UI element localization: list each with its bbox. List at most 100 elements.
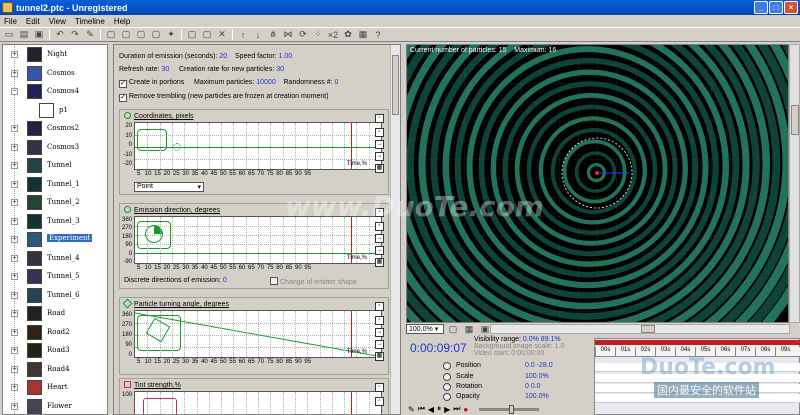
move-down-icon[interactable]: ↓ bbox=[251, 29, 265, 41]
expander-icon[interactable]: + bbox=[11, 347, 18, 354]
rewind-icon[interactable]: ⏮ bbox=[418, 404, 425, 414]
panel-arrow-button[interactable]: → bbox=[375, 246, 384, 255]
panel-arrow-button[interactable]: → bbox=[375, 328, 384, 337]
panel-option-button[interactable]: ▫ bbox=[375, 316, 384, 325]
panel-grid-button[interactable]: ▦ bbox=[375, 352, 384, 361]
tool-icon[interactable]: ✎ bbox=[408, 405, 415, 414]
expander-icon[interactable]: + bbox=[11, 365, 18, 373]
maximize-button[interactable]: □ bbox=[769, 1, 783, 14]
menu-edit[interactable]: Edit bbox=[26, 17, 40, 26]
expander-icon[interactable]: + bbox=[11, 125, 18, 132]
random-icon[interactable]: ⁘ bbox=[311, 29, 325, 41]
expander-icon[interactable]: + bbox=[11, 273, 18, 280]
emission-graph[interactable]: Time,% bbox=[134, 216, 382, 264]
zoom-fit-icon[interactable]: ▢ bbox=[446, 323, 460, 335]
tree-item[interactable]: + Experiment bbox=[3, 231, 107, 248]
tint-graph[interactable] bbox=[134, 391, 382, 414]
export-icon[interactable]: ▢ bbox=[200, 29, 214, 41]
rotate-icon[interactable]: ⟳ bbox=[296, 29, 310, 41]
expander-icon[interactable]: + bbox=[11, 254, 18, 262]
turning-graph[interactable]: Time,% bbox=[134, 310, 382, 358]
tint-title[interactable]: Tint strength,% bbox=[134, 382, 181, 389]
expander-icon[interactable]: + bbox=[11, 310, 18, 317]
visibility-value[interactable]: 0.0% 89.1% bbox=[523, 336, 561, 343]
move-up-icon[interactable]: ↑ bbox=[236, 29, 250, 41]
link-icon[interactable]: ⋈ bbox=[281, 29, 295, 41]
expander-icon[interactable]: + bbox=[11, 402, 18, 410]
expander-icon[interactable]: + bbox=[11, 51, 18, 58]
expander-icon[interactable]: + bbox=[11, 143, 18, 151]
pause-icon[interactable]: ⏸ bbox=[437, 404, 441, 414]
tree-item[interactable]: + Tunnel_1 bbox=[3, 176, 107, 193]
menu-file[interactable]: File bbox=[4, 17, 17, 26]
portions-checkbox[interactable]: ✓ bbox=[119, 80, 127, 88]
tree-item[interactable]: + Tunnel_5 bbox=[3, 268, 107, 285]
turning-title[interactable]: Particle turning angle, degrees bbox=[134, 301, 229, 308]
coordinates-title[interactable]: Coordinates, pixels bbox=[134, 113, 194, 120]
tree-item[interactable]: + Tunnel_3 bbox=[3, 213, 107, 230]
refresh-value[interactable]: 30 bbox=[161, 66, 169, 73]
menu-help[interactable]: Help bbox=[114, 17, 130, 26]
save-icon[interactable]: ▣ bbox=[32, 29, 46, 41]
speed-slider[interactable] bbox=[479, 404, 540, 414]
expander-icon[interactable]: + bbox=[11, 384, 18, 391]
tree-item[interactable]: + Night bbox=[3, 46, 107, 63]
speed-value[interactable]: 1.00 bbox=[279, 53, 293, 60]
scale-row[interactable]: Scale 100.0% bbox=[410, 373, 594, 382]
preview-icon[interactable]: ▢ bbox=[185, 29, 199, 41]
menu-timeline[interactable]: Timeline bbox=[75, 17, 105, 26]
panel-maximize-button[interactable]: ▫ bbox=[375, 302, 384, 311]
graph-toggle-icon[interactable] bbox=[124, 112, 131, 119]
expander-icon[interactable]: + bbox=[11, 217, 18, 225]
visibility-range-bar[interactable] bbox=[595, 340, 800, 345]
graph-toggle-icon[interactable] bbox=[122, 298, 133, 309]
tree-icon[interactable]: ⋔ bbox=[266, 29, 280, 41]
tree-item[interactable]: + Tunnel bbox=[3, 157, 107, 174]
panel-arrow-button[interactable]: → bbox=[375, 340, 384, 349]
tree-item[interactable]: + Cosmos bbox=[3, 65, 107, 82]
forward-icon[interactable]: ⏭ bbox=[453, 404, 460, 414]
record-icon[interactable]: ● bbox=[463, 405, 468, 414]
cut-icon[interactable]: ▢ bbox=[104, 29, 118, 41]
trembling-checkbox[interactable]: ✓ bbox=[119, 94, 127, 102]
rotation-row[interactable]: Rotation 0 0.0 bbox=[410, 383, 594, 392]
panel-arrow-button[interactable]: → bbox=[375, 234, 384, 243]
expander-icon[interactable]: + bbox=[11, 236, 18, 243]
panel-option-button[interactable]: ▫ bbox=[375, 128, 384, 137]
library-icon[interactable]: ▢ bbox=[149, 29, 163, 41]
paste-icon[interactable]: ▢ bbox=[134, 29, 148, 41]
tree-item[interactable]: + Road bbox=[3, 305, 107, 322]
prev-frame-icon[interactable]: ◀ bbox=[428, 405, 434, 414]
tree-item[interactable]: + Cosmos2 bbox=[3, 120, 107, 137]
position-row[interactable]: Position 0.0 -28.0 bbox=[410, 362, 594, 371]
properties-scrollbar[interactable] bbox=[390, 45, 400, 414]
duration-value[interactable]: 20 bbox=[219, 53, 227, 60]
tree-item[interactable]: + Tunnel_4 bbox=[3, 250, 107, 267]
discrete-value[interactable]: 0 bbox=[223, 277, 227, 284]
panel-grid-button[interactable]: ▦ bbox=[375, 164, 384, 173]
emission-title[interactable]: Emission direction, degrees bbox=[134, 207, 220, 214]
delete-icon[interactable]: ✕ bbox=[215, 29, 229, 41]
tree-item[interactable]: + Road2 bbox=[3, 324, 107, 341]
menu-view[interactable]: View bbox=[49, 17, 66, 26]
panel-maximize-button[interactable]: ▫ bbox=[375, 383, 384, 392]
expander-icon[interactable]: + bbox=[11, 162, 18, 169]
max-particles-value[interactable]: 10000 bbox=[256, 79, 275, 86]
viewport-horizontal-scrollbar[interactable] bbox=[490, 324, 790, 334]
expander-icon[interactable]: + bbox=[11, 291, 18, 299]
tree-item[interactable]: + Heart bbox=[3, 379, 107, 396]
point-dropdown[interactable]: Point ▾ bbox=[134, 182, 204, 192]
background-icon[interactable]: ▦ bbox=[356, 29, 370, 41]
graph-toggle-icon[interactable] bbox=[124, 206, 131, 213]
tree-item[interactable]: p1 bbox=[3, 102, 107, 119]
copy-icon[interactable]: ▢ bbox=[119, 29, 133, 41]
expander-icon[interactable]: + bbox=[11, 180, 18, 188]
settings-icon[interactable]: ✿ bbox=[341, 29, 355, 41]
tree-item[interactable]: + Cosmos3 bbox=[3, 139, 107, 156]
zoom-select[interactable]: 100.0% ▾ bbox=[406, 324, 444, 334]
expander-icon[interactable]: + bbox=[11, 69, 18, 77]
minimize-button[interactable]: _ bbox=[754, 1, 768, 14]
coordinates-graph[interactable]: Time,% bbox=[134, 122, 382, 170]
panel-arrow-button[interactable]: → bbox=[375, 140, 384, 149]
panel-maximize-button[interactable]: ▫ bbox=[375, 114, 384, 123]
